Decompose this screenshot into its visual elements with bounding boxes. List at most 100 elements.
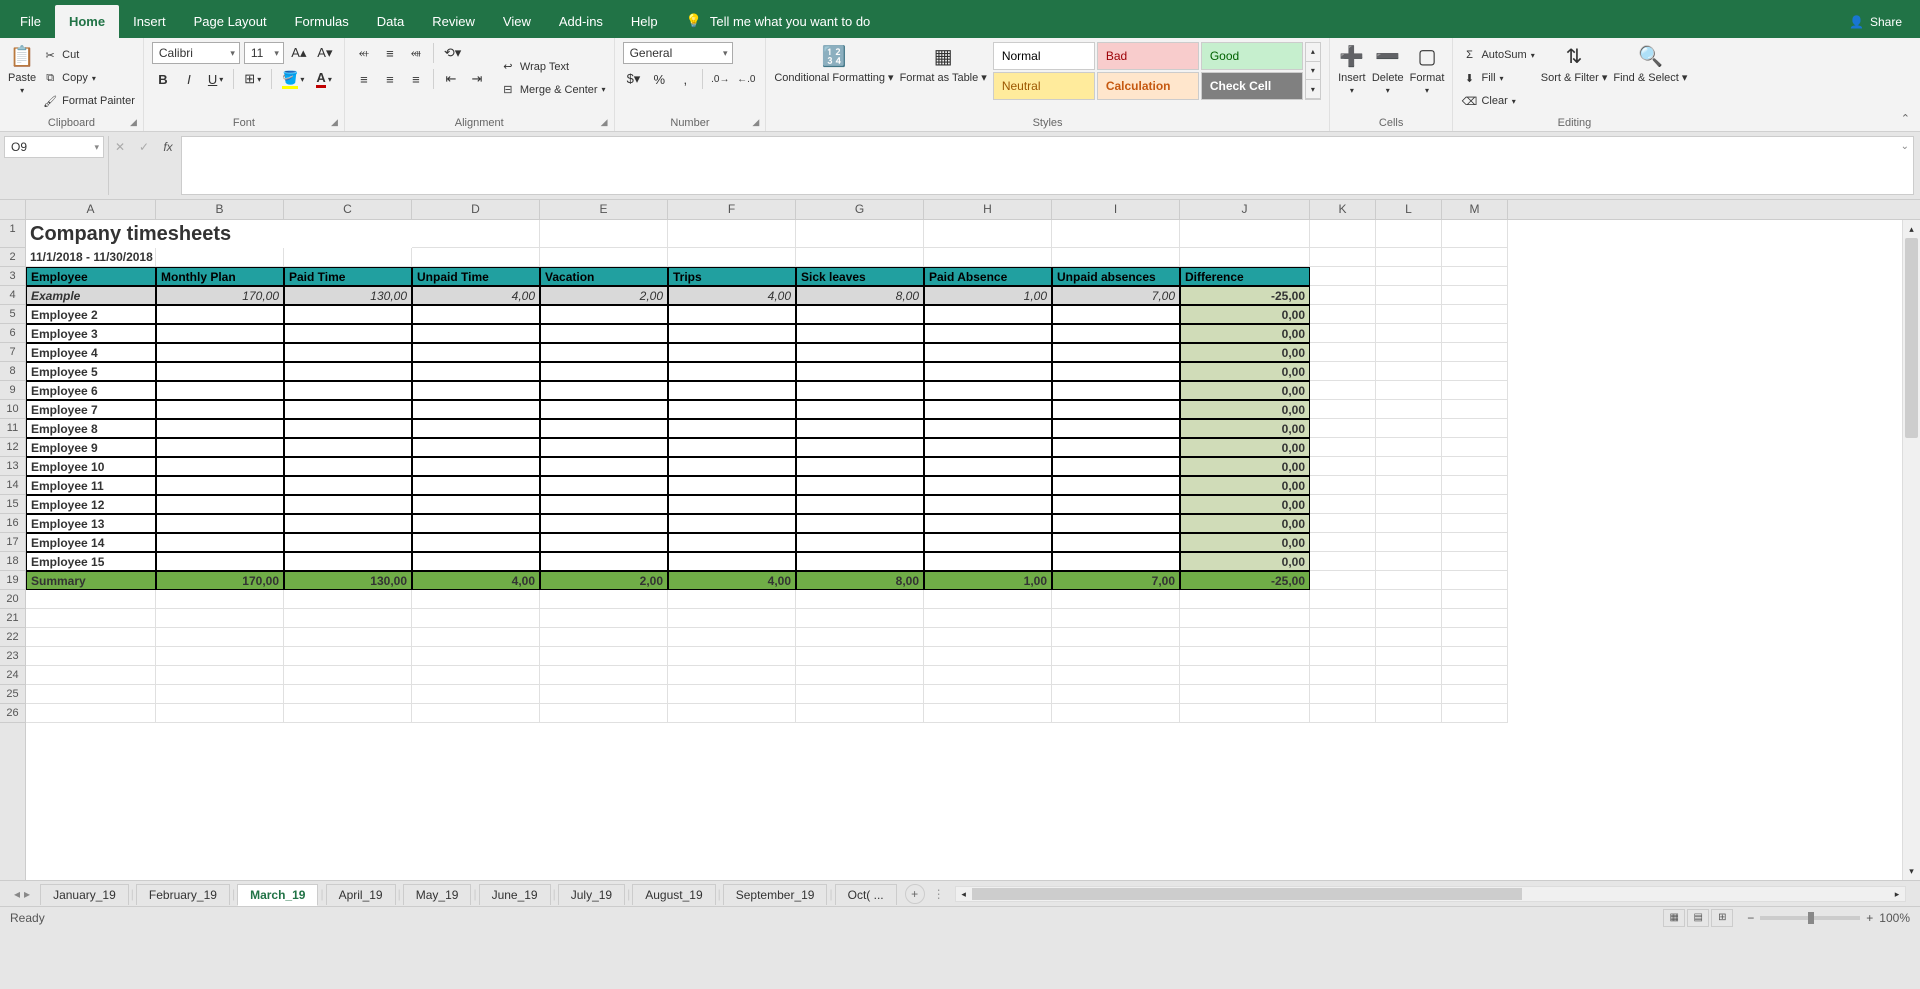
cell[interactable] [26,666,156,685]
cell[interactable] [1376,438,1442,457]
cell[interactable] [540,248,668,267]
cell[interactable] [1376,704,1442,723]
fill-button[interactable]: ⬇Fill▾ [1461,68,1534,88]
column-header[interactable]: G [796,200,924,219]
cells-area[interactable]: Company timesheets11/1/2018 - 11/30/2018… [26,220,1920,880]
cell[interactable] [1052,476,1180,495]
cell[interactable]: 0,00 [1180,438,1310,457]
cell[interactable] [1442,628,1508,647]
cell[interactable] [1442,476,1508,495]
cell[interactable]: 0,00 [1180,514,1310,533]
accounting-button[interactable]: $▾ [623,68,645,90]
cell[interactable] [284,628,412,647]
cell[interactable] [924,381,1052,400]
cell[interactable] [924,362,1052,381]
menu-tab-insert[interactable]: Insert [119,5,180,38]
cell[interactable] [540,305,668,324]
cell[interactable] [1052,647,1180,666]
sheet-tab[interactable]: May_19 [403,884,472,905]
cell[interactable]: 170,00 [156,571,284,590]
cell[interactable] [156,533,284,552]
cell[interactable] [284,343,412,362]
cell[interactable]: Employee 15 [26,552,156,571]
cell[interactable] [1442,552,1508,571]
cell[interactable] [1180,609,1310,628]
cell[interactable] [412,305,540,324]
column-header[interactable]: F [668,200,796,219]
cell[interactable] [1052,590,1180,609]
autosum-button[interactable]: ΣAutoSum▾ [1461,45,1534,65]
cell[interactable] [1052,552,1180,571]
cell[interactable] [156,628,284,647]
cell[interactable]: -25,00 [1180,571,1310,590]
column-header[interactable]: D [412,200,540,219]
row-header[interactable]: 1 [0,220,25,248]
cell[interactable] [284,704,412,723]
menu-tab-home[interactable]: Home [55,5,119,38]
row-header[interactable]: 18 [0,552,25,571]
cell[interactable] [412,476,540,495]
column-header[interactable]: M [1442,200,1508,219]
menu-tab-data[interactable]: Data [363,5,418,38]
horizontal-scrollbar[interactable]: ◂ ▸ [955,886,1906,902]
cell[interactable]: 0,00 [1180,552,1310,571]
cell[interactable] [668,495,796,514]
cell[interactable] [924,220,1052,248]
normal-view-button[interactable]: ▦ [1663,909,1685,927]
cell[interactable] [1376,514,1442,533]
tell-me[interactable]: 💡 Tell me what you want to do [672,4,885,38]
cell[interactable]: Employee [26,267,156,286]
cell[interactable] [284,381,412,400]
cell[interactable] [540,666,668,685]
format-as-table-button[interactable]: ▦ Format as Table ▾ [900,42,987,84]
cell[interactable] [1376,533,1442,552]
cell[interactable] [668,666,796,685]
cell[interactable] [412,381,540,400]
cell[interactable] [1376,343,1442,362]
sheet-tabs-menu[interactable]: ⋮ [933,887,945,901]
cell[interactable] [1442,248,1508,267]
cell[interactable] [1310,571,1376,590]
cell[interactable] [1310,324,1376,343]
cell[interactable] [26,628,156,647]
cell[interactable] [1180,685,1310,704]
comma-button[interactable]: , [674,68,696,90]
column-header[interactable]: E [540,200,668,219]
cell[interactable] [284,552,412,571]
cell[interactable]: Employee 13 [26,514,156,533]
cell[interactable] [1310,647,1376,666]
format-cells-button[interactable]: ▢Format▾ [1410,42,1445,95]
cell[interactable] [924,590,1052,609]
cell[interactable]: Employee 3 [26,324,156,343]
cell[interactable] [1310,419,1376,438]
cell[interactable] [1442,381,1508,400]
borders-button[interactable]: ⊞▾ [240,68,265,90]
format-painter-button[interactable]: 🖌Format Painter [42,91,135,111]
share-button[interactable]: 👤 Share [1831,6,1920,38]
cell[interactable] [1052,457,1180,476]
cell[interactable] [1376,495,1442,514]
orientation-button[interactable]: ⟲▾ [440,42,465,64]
cell[interactable] [540,400,668,419]
column-header[interactable]: H [924,200,1052,219]
cell[interactable] [924,324,1052,343]
cell[interactable]: 170,00 [156,286,284,305]
style-cell-check-cell[interactable]: Check Cell [1201,72,1303,100]
cell[interactable] [156,704,284,723]
cell[interactable] [924,552,1052,571]
cell[interactable] [284,305,412,324]
cell[interactable]: Company timesheets [26,220,412,248]
dialog-launcher-icon[interactable]: ◢ [601,117,608,128]
cell[interactable] [26,609,156,628]
cell[interactable] [796,552,924,571]
cell[interactable] [284,457,412,476]
cell[interactable] [540,220,668,248]
cell[interactable] [284,362,412,381]
cell[interactable]: 11/1/2018 - 11/30/2018 [26,248,156,267]
row-header[interactable]: 22 [0,628,25,647]
sheet-tab[interactable]: Oct( ... [835,884,897,905]
cell[interactable] [924,343,1052,362]
cell[interactable] [1376,267,1442,286]
cell[interactable] [284,438,412,457]
cell[interactable] [1442,571,1508,590]
